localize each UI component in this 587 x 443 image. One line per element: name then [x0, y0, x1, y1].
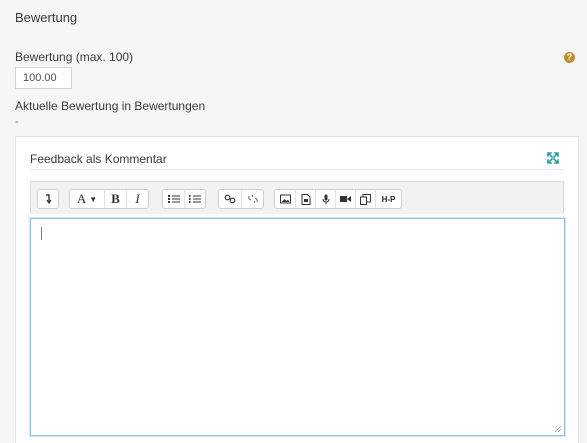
toolbar-group-collapse — [37, 189, 59, 209]
manage-files-icon — [360, 193, 371, 205]
manage-files-button[interactable] — [355, 190, 375, 208]
current-grade-value: - — [15, 116, 19, 128]
italic-icon: I — [135, 191, 140, 206]
unordered-list-icon — [167, 195, 180, 203]
feedback-title: Feedback als Kommentar — [30, 152, 167, 166]
record-video-button[interactable] — [335, 190, 355, 208]
grade-label: Bewertung (max. 100) — [15, 50, 134, 64]
bold-button[interactable]: B — [104, 190, 126, 208]
italic-button[interactable]: I — [126, 190, 148, 208]
chevron-down-icon: ▼ — [89, 194, 98, 204]
unlink-icon — [247, 194, 258, 204]
unlink-button[interactable] — [241, 190, 263, 208]
feedback-card: Feedback als Kommentar A ▼ B I H-P — [15, 136, 579, 443]
unordered-list-button[interactable] — [163, 190, 184, 208]
link-button[interactable] — [219, 190, 241, 208]
record-audio-icon — [322, 194, 329, 204]
h5p-button[interactable]: H-P — [375, 190, 401, 208]
resize-handle-icon[interactable] — [554, 425, 562, 433]
paragraph-style-icon: A — [76, 191, 87, 206]
toolbar-group-format: A ▼ B I — [69, 189, 149, 209]
image-button[interactable] — [275, 190, 295, 208]
ordered-list-icon — [189, 195, 201, 203]
grade-input[interactable] — [15, 67, 72, 89]
media-file-icon — [301, 193, 310, 205]
toolbar-group-lists — [162, 189, 206, 209]
ordered-list-button[interactable] — [184, 190, 205, 208]
fullscreen-expand-icon[interactable] — [547, 152, 559, 164]
question-circle-icon[interactable]: ? — [564, 52, 575, 63]
media-file-button[interactable] — [295, 190, 315, 208]
toolbar-group-media: H-P — [274, 189, 402, 209]
grade-panel: Bewertung Bewertung (max. 100) ? Aktuell… — [0, 0, 587, 443]
record-audio-button[interactable] — [315, 190, 335, 208]
link-icon — [224, 194, 236, 204]
text-caret — [41, 227, 42, 240]
card-divider — [30, 169, 564, 170]
collapse-toolbar-button[interactable] — [38, 190, 58, 208]
bold-icon: B — [111, 191, 120, 206]
record-video-icon — [340, 196, 351, 202]
collapse-icon — [46, 194, 52, 204]
section-title: Bewertung — [15, 10, 78, 25]
editor-toolbar: A ▼ B I H-P — [30, 181, 564, 214]
current-grade-label: Aktuelle Bewertung in Bewertungen — [15, 99, 206, 113]
image-icon — [279, 194, 291, 204]
h5p-icon: H-P — [381, 194, 396, 204]
feedback-editor[interactable] — [30, 218, 565, 436]
toolbar-group-links — [218, 189, 264, 209]
paragraph-style-button[interactable]: A ▼ — [70, 190, 104, 208]
